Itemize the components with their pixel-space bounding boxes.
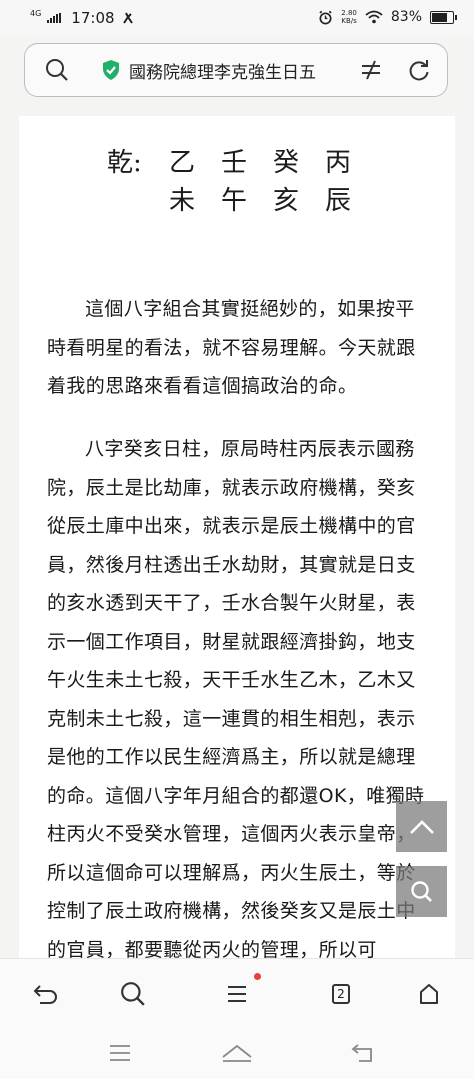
- bazi-stems-row: 乾: 乙 壬 癸 丙: [107, 144, 377, 182]
- menu-button[interactable]: [222, 973, 261, 1009]
- back-button[interactable]: [30, 979, 60, 1009]
- home-button[interactable]: [414, 979, 444, 1009]
- bazi-label: 乾:: [107, 148, 142, 178]
- search-icon: [121, 982, 145, 1006]
- search-button[interactable]: [118, 979, 148, 1009]
- stem-hour: 丙: [325, 148, 352, 178]
- search-icon: [410, 880, 432, 902]
- back-icon: [33, 985, 57, 1004]
- scroll-to-top-button[interactable]: [396, 801, 447, 852]
- tab-count: 2: [332, 984, 350, 1004]
- stem-month: 壬: [221, 148, 248, 178]
- translate-icon[interactable]: [359, 58, 383, 82]
- page-title[interactable]: 國務院總理李克強生日五: [129, 58, 369, 83]
- browser-toolbar: 2: [0, 958, 474, 1029]
- shield-check-icon: [103, 60, 119, 80]
- signal-icon: [47, 13, 62, 23]
- branch-year: 未: [169, 186, 196, 216]
- chevron-up-icon: [409, 819, 434, 834]
- recents-icon: [110, 1045, 130, 1061]
- app-notification-icon: [122, 12, 133, 24]
- stem-year: 乙: [169, 148, 196, 178]
- battery-icon: [430, 10, 457, 24]
- alarm-icon: [319, 10, 332, 24]
- address-bar[interactable]: 國務院總理李克強生日五: [24, 43, 448, 97]
- branch-hour: 辰: [325, 186, 352, 216]
- branch-month: 午: [221, 186, 248, 216]
- menu-icon: [228, 986, 246, 1002]
- notification-dot: [254, 973, 261, 980]
- home-icon: [420, 984, 438, 1004]
- speed-value: 2.80: [341, 9, 357, 17]
- branch-day: 亥: [273, 186, 300, 216]
- wifi-icon: [365, 10, 383, 24]
- tabs-button[interactable]: 2: [326, 979, 356, 1009]
- home-icon: [222, 1044, 252, 1062]
- page-search-button[interactable]: [396, 866, 447, 917]
- recent-apps-button[interactable]: [104, 1040, 136, 1066]
- clock: 17:08: [71, 9, 115, 27]
- network-speed: 2.80 KB/s: [341, 9, 357, 25]
- bazi-chart: 乾: 乙 壬 癸 丙 未 午 亥 辰: [107, 144, 377, 220]
- network-type: 4G: [30, 9, 42, 18]
- system-navigation-bar: [0, 1028, 474, 1079]
- status-bar: 4G 17:08 2.80 KB/s 83%: [0, 0, 474, 36]
- stem-day: 癸: [273, 148, 300, 178]
- status-left: 4G 17:08: [30, 9, 135, 27]
- battery-percent: 83%: [390, 9, 422, 25]
- article-content: 乾: 乙 壬 癸 丙 未 午 亥 辰 這個八字組合其實挺絕妙的，如果按平時看明星…: [19, 116, 455, 966]
- paragraph-intro: 這個八字組合其實挺絕妙的，如果按平時看明星的看法，就不容易理解。今天就跟着我的思…: [47, 298, 416, 397]
- paragraph-analysis: 八字癸亥日柱，原局時柱丙辰表示國務院，辰土是比劫庫，就表示政府機構，癸亥從辰土庫…: [47, 438, 425, 961]
- bazi-branches-row: 未 午 亥 辰: [107, 182, 377, 220]
- speed-unit: KB/s: [341, 17, 357, 25]
- reload-icon[interactable]: [407, 58, 431, 82]
- back-icon: [351, 1044, 372, 1062]
- search-icon[interactable]: [45, 58, 69, 82]
- system-back-button[interactable]: [346, 1040, 378, 1066]
- system-home-button[interactable]: [221, 1040, 253, 1066]
- status-right: 2.80 KB/s 83%: [318, 9, 457, 25]
